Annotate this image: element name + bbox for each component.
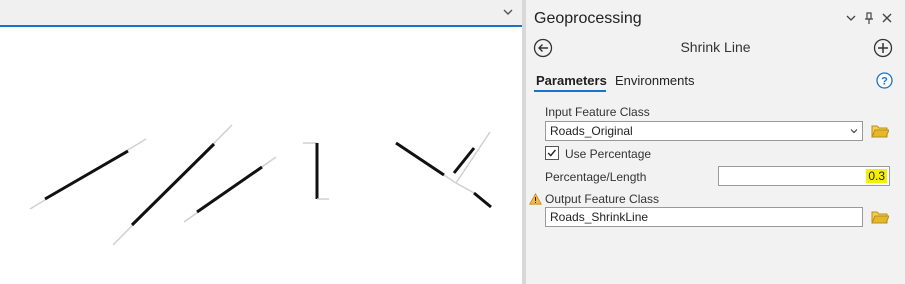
add-icon[interactable] — [873, 38, 893, 58]
road-feature-5 — [395, 131, 492, 209]
percentage-length-value: 0.3 — [866, 169, 887, 183]
chevron-down-icon[interactable] — [502, 6, 514, 18]
output-feature-class-value: Roads_ShrinkLine — [550, 210, 649, 224]
folder-icon[interactable] — [871, 124, 889, 138]
road-feature-4 — [303, 142, 329, 200]
output-feature-class-label: Output Feature Class — [545, 192, 660, 206]
svg-text:?: ? — [881, 76, 888, 88]
help-icon[interactable]: ? — [876, 72, 893, 89]
use-percentage-checkbox[interactable] — [545, 146, 559, 160]
map-canvas[interactable] — [0, 27, 522, 284]
input-feature-class-dropdown[interactable]: Roads_Original — [545, 121, 863, 141]
road-feature-2 — [112, 124, 233, 246]
tab-environments[interactable]: Environments — [615, 73, 694, 88]
road-feature-3 — [183, 156, 277, 223]
folder-icon[interactable] — [871, 210, 889, 224]
pin-icon[interactable] — [862, 11, 876, 25]
map-view-tabbar — [0, 0, 522, 27]
chevron-down-icon — [850, 129, 858, 134]
road-feature-1 — [29, 138, 147, 210]
pane-title: Geoprocessing — [534, 10, 642, 27]
input-feature-class-value: Roads_Original — [550, 124, 633, 138]
close-icon[interactable] — [880, 11, 894, 25]
tool-title: Shrink Line — [680, 39, 751, 55]
output-feature-class-input[interactable]: Roads_ShrinkLine — [545, 207, 863, 227]
warning-icon — [529, 193, 542, 205]
input-feature-class-label: Input Feature Class — [545, 105, 650, 119]
percentage-length-input[interactable]: 0.3 — [718, 166, 890, 186]
tab-parameters[interactable]: Parameters — [536, 73, 607, 88]
tab-active-indicator — [534, 90, 606, 92]
use-percentage-label: Use Percentage — [565, 147, 652, 161]
checkbox-icon — [547, 149, 556, 157]
percentage-length-label: Percentage/Length — [545, 170, 647, 184]
pane-options-chevron-icon[interactable] — [844, 11, 858, 25]
geoprocessing-pane: Geoprocessing Shrink Line Parameters Env… — [526, 0, 905, 284]
